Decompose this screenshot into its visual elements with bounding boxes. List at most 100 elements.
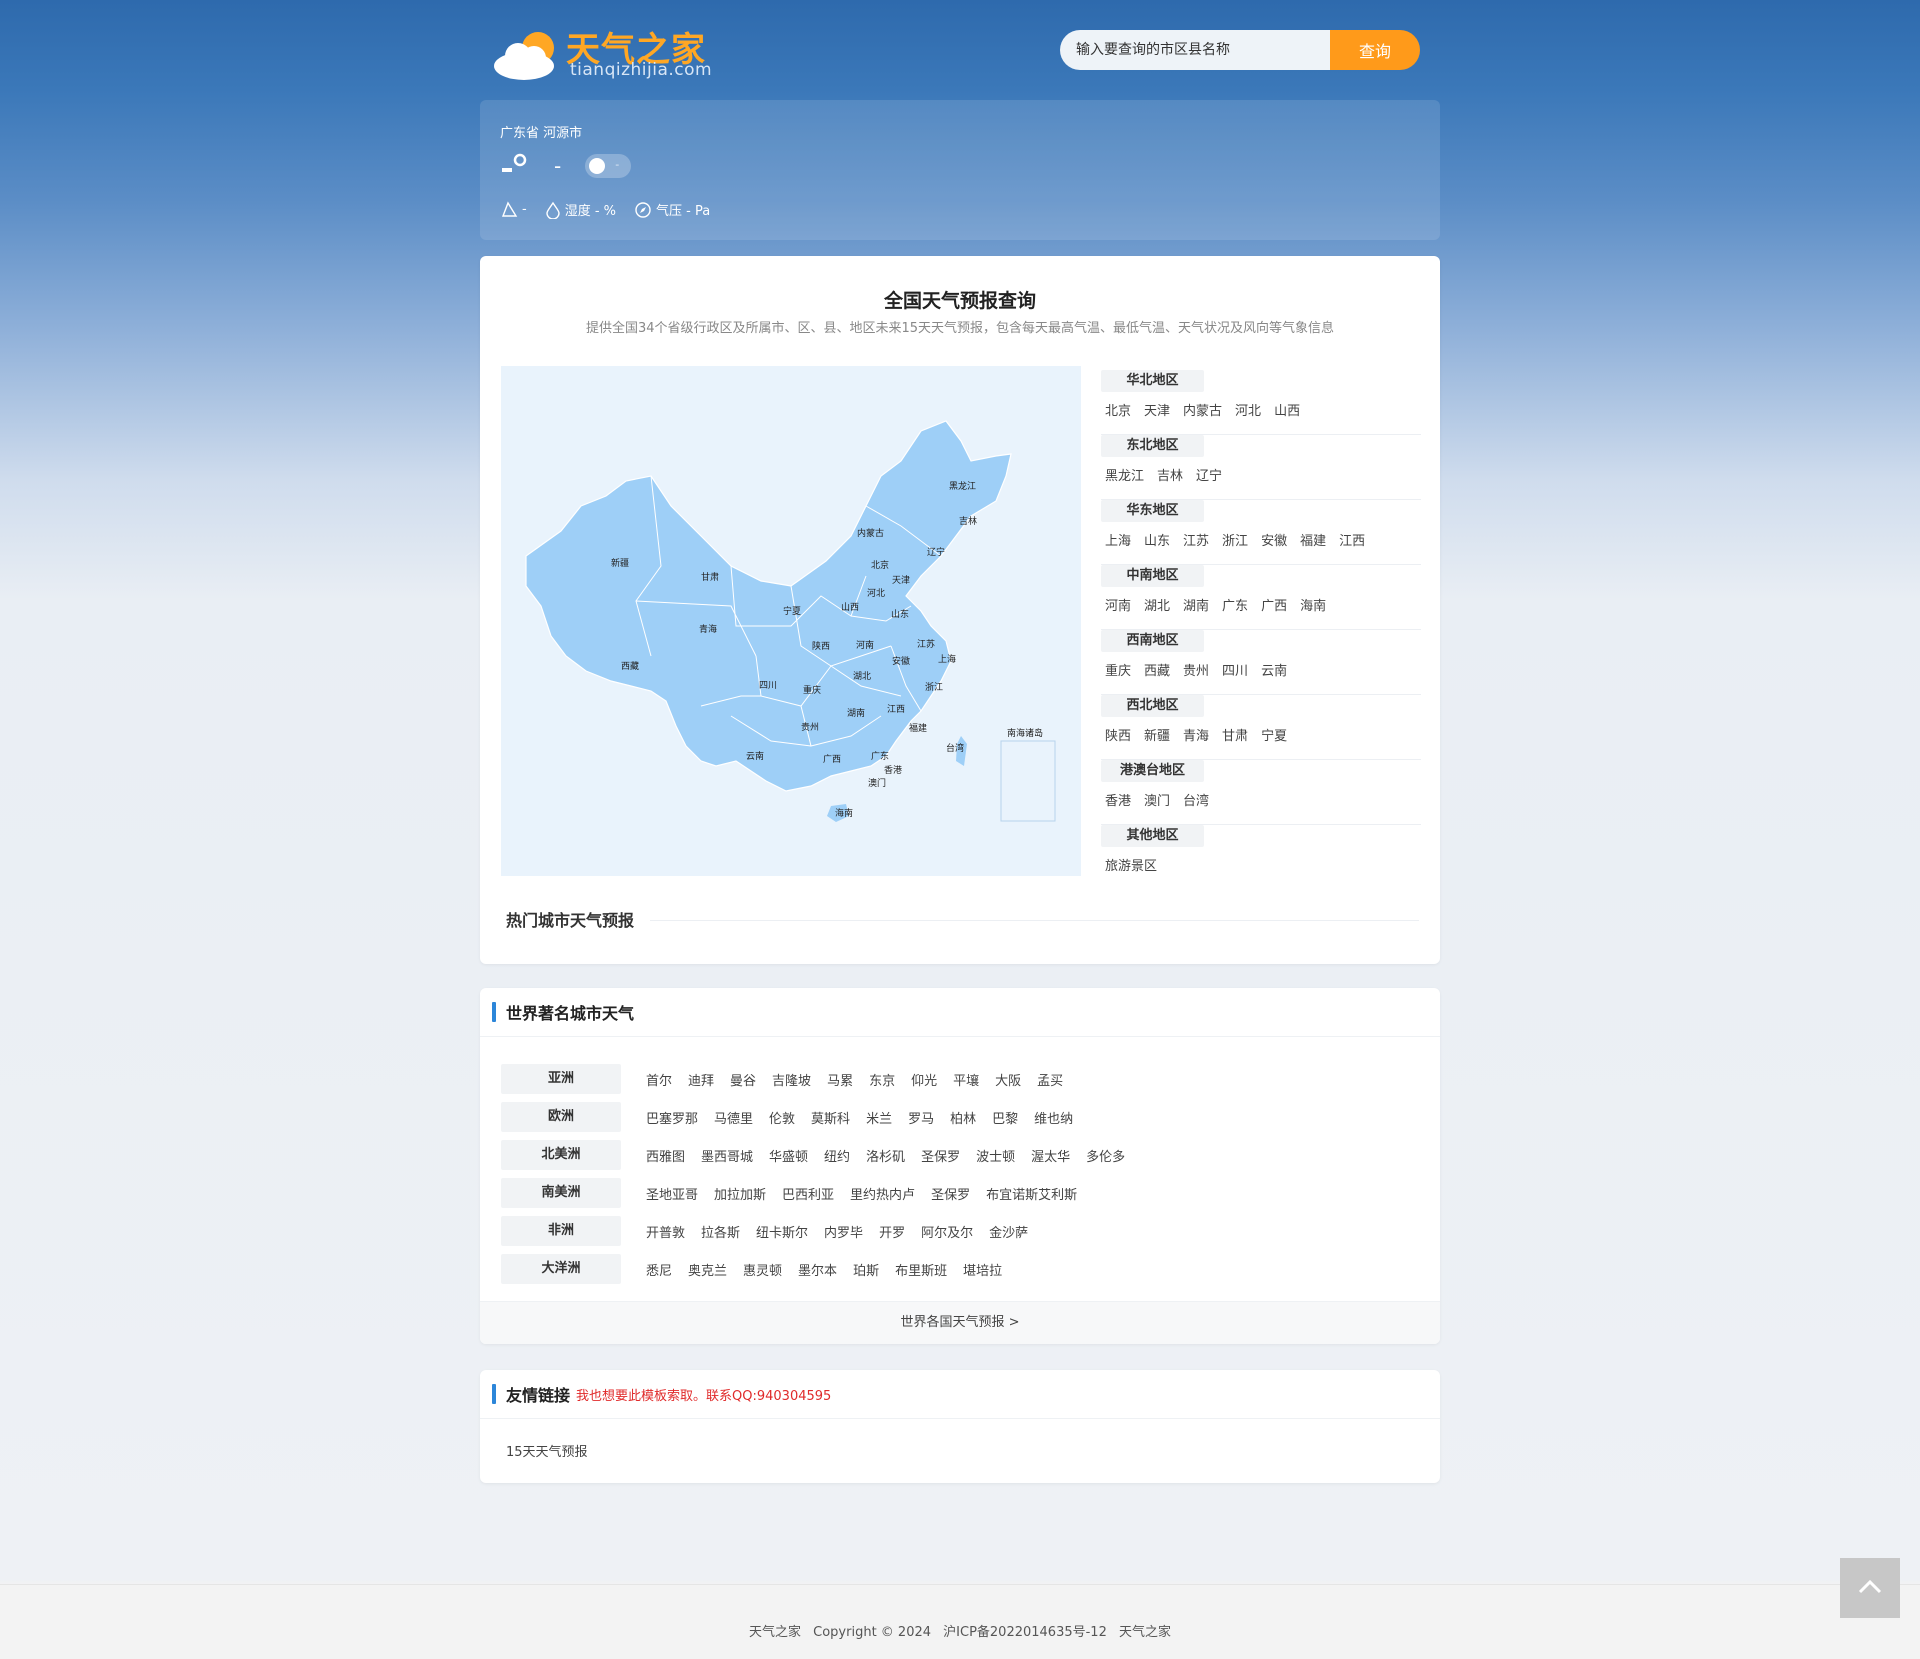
city-link[interactable]: 维也纳 xyxy=(1034,1108,1073,1127)
city-link[interactable]: 山东 xyxy=(1144,530,1170,549)
city-link[interactable]: 巴黎 xyxy=(992,1108,1018,1127)
city-link[interactable]: 旅游景区 xyxy=(1105,855,1157,874)
city-link[interactable]: 大阪 xyxy=(995,1070,1021,1089)
city-link[interactable]: 四川 xyxy=(1222,660,1248,679)
city-link[interactable]: 广东 xyxy=(1222,595,1248,614)
site-logo[interactable]: 天气之家 tianqizhijia.com xyxy=(490,20,712,82)
city-link[interactable]: 奥克兰 xyxy=(688,1260,727,1279)
city-link[interactable]: 台湾 xyxy=(1183,790,1209,809)
city-link[interactable]: 甘肃 xyxy=(1222,725,1248,744)
city-link[interactable]: 伦敦 xyxy=(769,1108,795,1127)
city-link[interactable]: 仰光 xyxy=(911,1070,937,1089)
city-link[interactable]: 圣保罗 xyxy=(921,1146,960,1165)
city-link[interactable]: 河南 xyxy=(1105,595,1131,614)
city-link[interactable]: 马德里 xyxy=(714,1108,753,1127)
city-link[interactable]: 布宜诺斯艾利斯 xyxy=(986,1184,1077,1203)
city-link[interactable]: 里约热内卢 xyxy=(850,1184,915,1203)
city-link[interactable]: 加拉加斯 xyxy=(714,1184,766,1203)
city-link[interactable]: 山西 xyxy=(1274,400,1300,419)
city-link[interactable]: 悉尼 xyxy=(646,1260,672,1279)
city-link[interactable]: 平壤 xyxy=(953,1070,979,1089)
city-link[interactable]: 陕西 xyxy=(1105,725,1131,744)
unit-toggle[interactable]: - xyxy=(585,154,632,178)
city-link[interactable]: 湖南 xyxy=(1183,595,1209,614)
city-link[interactable]: 波士顿 xyxy=(976,1146,1015,1165)
city-link[interactable]: 浙江 xyxy=(1222,530,1248,549)
city-link[interactable]: 洛杉矶 xyxy=(866,1146,905,1165)
city-link[interactable]: 珀斯 xyxy=(853,1260,879,1279)
city-link[interactable]: 金沙萨 xyxy=(989,1222,1028,1241)
city-link[interactable]: 纽卡斯尔 xyxy=(756,1222,808,1241)
city-link[interactable]: 圣地亚哥 xyxy=(646,1184,698,1203)
city-link[interactable]: 曼谷 xyxy=(730,1070,756,1089)
friend-links-card: 友情链接 我也想要此模板索取。联系QQ:940304595 15天天气预报 xyxy=(480,1370,1440,1483)
city-link[interactable]: 墨尔本 xyxy=(798,1260,837,1279)
city-link[interactable]: 河北 xyxy=(1235,400,1261,419)
city-link[interactable]: 澳门 xyxy=(1144,790,1170,809)
city-link[interactable]: 江西 xyxy=(1339,530,1365,549)
city-link[interactable]: 布里斯班 xyxy=(895,1260,947,1279)
city-link[interactable]: 上海 xyxy=(1105,530,1131,549)
city-link[interactable]: 莫斯科 xyxy=(811,1108,850,1127)
city-link[interactable]: 重庆 xyxy=(1105,660,1131,679)
footer-site-link[interactable]: 天气之家 xyxy=(749,1625,801,1640)
search-input[interactable] xyxy=(1060,30,1330,70)
city-link[interactable]: 福建 xyxy=(1300,530,1326,549)
city-link[interactable]: 吉隆坡 xyxy=(772,1070,811,1089)
city-link[interactable]: 孟买 xyxy=(1037,1070,1063,1089)
city-link[interactable]: 青海 xyxy=(1183,725,1209,744)
city-link[interactable]: 拉各斯 xyxy=(701,1222,740,1241)
city-link[interactable]: 巴塞罗那 xyxy=(646,1108,698,1127)
friend-link[interactable]: 15天天气预报 xyxy=(506,1441,588,1460)
city-link[interactable]: 江苏 xyxy=(1183,530,1209,549)
city-link[interactable]: 云南 xyxy=(1261,660,1287,679)
city-link[interactable]: 巴西利亚 xyxy=(782,1184,834,1203)
divider xyxy=(480,1418,1440,1419)
city-link[interactable]: 贵州 xyxy=(1183,660,1209,679)
city-link[interactable]: 多伦多 xyxy=(1086,1146,1125,1165)
city-link[interactable]: 渥太华 xyxy=(1031,1146,1070,1165)
city-link[interactable]: 内罗毕 xyxy=(824,1222,863,1241)
city-link[interactable]: 堪培拉 xyxy=(963,1260,1002,1279)
city-link[interactable]: 华盛顿 xyxy=(769,1146,808,1165)
city-link[interactable]: 内蒙古 xyxy=(1183,400,1222,419)
city-link[interactable]: 安徽 xyxy=(1261,530,1287,549)
city-link[interactable]: 西雅图 xyxy=(646,1146,685,1165)
search-button[interactable]: 查询 xyxy=(1330,30,1420,70)
city-link[interactable]: 广西 xyxy=(1261,595,1287,614)
city-link[interactable]: 米兰 xyxy=(866,1108,892,1127)
city-link[interactable]: 西藏 xyxy=(1144,660,1170,679)
footer-icp-link[interactable]: 沪ICP备2022014635号-12 xyxy=(943,1625,1107,1640)
china-outline[interactable] xyxy=(525,420,1012,792)
world-more-link[interactable]: 世界各国天气预报 > xyxy=(480,1301,1440,1344)
city-link[interactable]: 纽约 xyxy=(824,1146,850,1165)
city-link[interactable]: 香港 xyxy=(1105,790,1131,809)
city-link[interactable]: 辽宁 xyxy=(1196,465,1222,484)
city-link[interactable]: 东京 xyxy=(869,1070,895,1089)
city-link[interactable]: 吉林 xyxy=(1157,465,1183,484)
city-link[interactable]: 柏林 xyxy=(950,1108,976,1127)
city-link[interactable]: 墨西哥城 xyxy=(701,1146,753,1165)
city-link[interactable]: 马累 xyxy=(827,1070,853,1089)
city-link[interactable]: 宁夏 xyxy=(1261,725,1287,744)
city-link[interactable]: 开罗 xyxy=(879,1222,905,1241)
city-link[interactable]: 北京 xyxy=(1105,400,1131,419)
city-link[interactable]: 天津 xyxy=(1144,400,1170,419)
continent-row: 北美洲 西雅图 墨西哥城 华盛顿 纽约 洛杉矶 圣保罗 波士顿 渥太华 多伦多 xyxy=(501,1136,1125,1174)
city-link[interactable]: 罗马 xyxy=(908,1108,934,1127)
south-china-sea-inset[interactable] xyxy=(1000,740,1056,822)
footer-site-link-2[interactable]: 天气之家 xyxy=(1119,1625,1171,1640)
china-map[interactable]: 黑龙江 吉林 辽宁 内蒙古 北京 天津 河北 新疆 甘肃 宁夏 山西 山东 青海… xyxy=(501,366,1081,876)
back-to-top-button[interactable] xyxy=(1840,1558,1900,1618)
city-link[interactable]: 阿尔及尔 xyxy=(921,1222,973,1241)
region-name: 西北地区 xyxy=(1101,695,1204,717)
city-link[interactable]: 迪拜 xyxy=(688,1070,714,1089)
city-link[interactable]: 海南 xyxy=(1300,595,1326,614)
city-link[interactable]: 新疆 xyxy=(1144,725,1170,744)
city-link[interactable]: 首尔 xyxy=(646,1070,672,1089)
city-link[interactable]: 圣保罗 xyxy=(931,1184,970,1203)
city-link[interactable]: 黑龙江 xyxy=(1105,465,1144,484)
city-link[interactable]: 开普敦 xyxy=(646,1222,685,1241)
city-link[interactable]: 惠灵顿 xyxy=(743,1260,782,1279)
city-link[interactable]: 湖北 xyxy=(1144,595,1170,614)
